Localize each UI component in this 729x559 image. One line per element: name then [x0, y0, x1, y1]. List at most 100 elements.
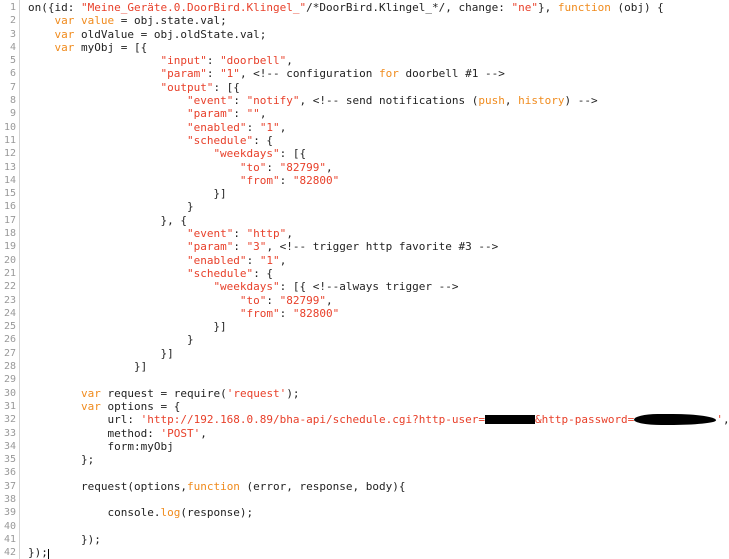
line-number: 18 — [3, 228, 16, 240]
line-number: 3 — [9, 28, 16, 40]
code-line[interactable] — [28, 520, 729, 533]
code-token-plain: , — [279, 253, 287, 267]
code-token-str: "82799" — [279, 160, 327, 174]
line-number: 38 — [3, 493, 16, 505]
line-number: 41 — [3, 533, 16, 545]
code-line[interactable]: }); — [28, 546, 729, 559]
code-token-plain: : — [233, 227, 247, 241]
code-token-str: "http" — [246, 227, 287, 241]
code-line[interactable]: url: 'http://192.168.0.89/bha-api/schedu… — [28, 413, 729, 426]
code-line[interactable]: var options = { — [28, 400, 729, 413]
code-line[interactable]: }, { — [28, 214, 729, 227]
line-number: 29 — [3, 374, 16, 386]
code-line[interactable]: }] — [28, 320, 729, 333]
code-line[interactable]: } — [28, 200, 729, 213]
line-number: 12 — [3, 148, 16, 160]
code-token-plain: oldValue = obj.oldState.val; — [74, 27, 267, 41]
code-line[interactable]: "output": [{ — [28, 81, 729, 94]
line-number: 40 — [3, 520, 16, 532]
code-token-plain: : [{ <!--always trigger --> — [279, 280, 459, 294]
code-token-plain: : — [233, 240, 247, 254]
code-token-str: ' — [716, 413, 723, 427]
code-token-plain: }] — [28, 187, 227, 201]
code-token-kw: push — [478, 94, 505, 108]
code-token-plain: = obj.state.val; — [114, 14, 227, 28]
code-line[interactable]: "from": "82800" — [28, 307, 729, 320]
code-line[interactable]: "input": "doorbell", — [28, 54, 729, 67]
code-token-str: 'POST' — [160, 426, 201, 440]
code-line[interactable]: "weekdays": [{ <!--always trigger --> — [28, 280, 729, 293]
code-line[interactable]: "param": "", — [28, 107, 729, 120]
line-number: 17 — [3, 214, 16, 226]
code-line[interactable]: "event": "notify", <!-- send notificatio… — [28, 94, 729, 107]
code-token-plain: : — [206, 54, 221, 68]
code-token-str: "param" — [160, 67, 207, 81]
code-line[interactable]: }] — [28, 187, 729, 200]
code-line[interactable]: form:myObj — [28, 440, 729, 453]
code-line[interactable]: "schedule": { — [28, 267, 729, 280]
line-number: 31 — [3, 400, 16, 412]
code-token-plain: }] — [28, 346, 174, 360]
code-line[interactable]: "weekdays": [{ — [28, 147, 729, 160]
code-token-str: "notify" — [246, 94, 300, 108]
code-line[interactable]: "to": "82799", — [28, 161, 729, 174]
line-number: 30 — [3, 387, 16, 399]
code-token-plain: } — [28, 200, 194, 214]
code-line[interactable]: console.log(response); — [28, 506, 729, 519]
code-token-plain: : — [279, 306, 293, 320]
code-token-str: "param" — [186, 107, 234, 121]
code-line[interactable]: "event": "http", — [28, 227, 729, 240]
code-token-kw: var — [54, 27, 75, 41]
code-line[interactable]: }; — [28, 453, 729, 466]
code-line[interactable]: }); — [28, 533, 729, 546]
code-line[interactable]: "schedule": { — [28, 134, 729, 147]
line-number-gutter: 1 2 3 4 5 6 7 8 9 10 11 12 13 14 15 16 17 18 19 20 21 22 23 24 2… — [0, 0, 20, 559]
line-number: 37 — [3, 480, 16, 492]
code-line[interactable] — [28, 466, 729, 479]
code-token-kw: var — [54, 40, 75, 54]
code-token-plain: , — [279, 120, 287, 134]
code-line[interactable]: on({id: "Meine_Geräte.0.DoorBird.Klingel… — [28, 1, 729, 14]
code-line[interactable]: "from": "82800" — [28, 174, 729, 187]
code-token-str: "event" — [186, 227, 234, 241]
code-token-kw: log — [160, 506, 181, 520]
code-token-str: "1" — [259, 120, 280, 134]
code-editor[interactable]: 1 2 3 4 5 6 7 8 9 10 11 12 13 14 15 16 17 18 19 20 21 22 23 24 2… — [0, 0, 729, 559]
code-line[interactable]: var value = obj.state.val; — [28, 14, 729, 27]
code-line[interactable] — [28, 373, 729, 386]
code-token-str: "82800" — [292, 306, 340, 320]
code-token-plain: , — [286, 54, 293, 68]
line-number: 23 — [3, 294, 16, 306]
code-line[interactable]: } — [28, 333, 729, 346]
code-line[interactable]: var myObj = [{ — [28, 41, 729, 54]
code-token-plain: options = { — [100, 399, 181, 413]
code-line[interactable]: request(options,function (error, respons… — [28, 480, 729, 493]
code-line[interactable] — [28, 493, 729, 506]
code-line[interactable]: method: 'POST', — [28, 427, 729, 440]
code-line[interactable]: }] — [28, 347, 729, 360]
line-number: 26 — [3, 334, 16, 346]
code-line[interactable]: "to": "82799", — [28, 294, 729, 307]
code-line[interactable]: "param": "1", <!-- configuration for doo… — [28, 67, 729, 80]
code-token-str: "doorbell" — [220, 54, 287, 68]
code-line[interactable]: "enabled": "1", — [28, 121, 729, 134]
code-content-area[interactable]: on({id: "Meine_Geräte.0.DoorBird.Klingel… — [20, 0, 729, 559]
code-line[interactable]: var request = require('request'); — [28, 387, 729, 400]
code-token-str: "event" — [186, 94, 234, 108]
line-number: 35 — [3, 454, 16, 466]
code-token-str: "enabled" — [186, 253, 247, 267]
code-line[interactable]: "enabled": "1", — [28, 254, 729, 267]
code-token-plain: ) --> — [564, 94, 598, 108]
code-line[interactable]: var oldValue = obj.oldState.val; — [28, 28, 729, 41]
line-number: 34 — [3, 440, 16, 452]
code-line[interactable]: "param": "3", <!-- trigger http favorite… — [28, 240, 729, 253]
code-line[interactable]: }] — [28, 360, 729, 373]
code-token-str: "param" — [186, 240, 234, 254]
code-token-plain: (response); — [180, 506, 254, 520]
